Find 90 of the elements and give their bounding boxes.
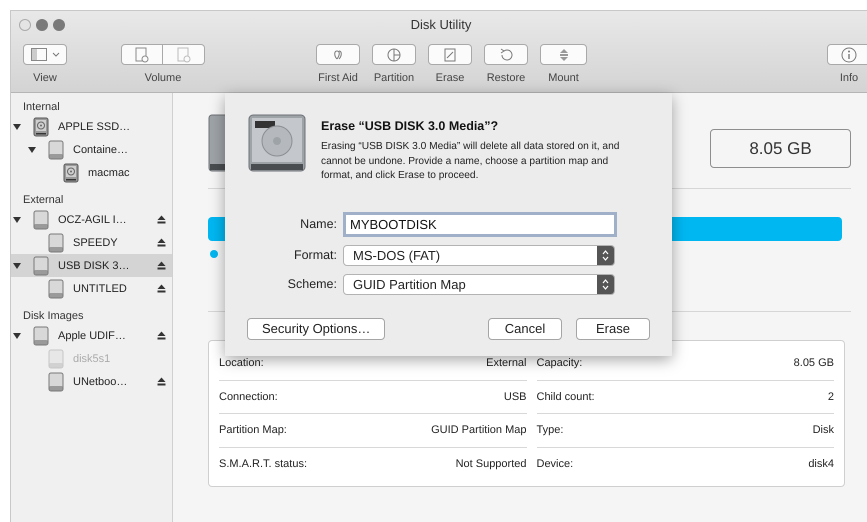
partition-button[interactable] <box>372 44 416 65</box>
toolbar-label: Erase <box>436 72 464 84</box>
toolbar-label: Info <box>840 72 858 84</box>
toolbar-label: First Aid <box>318 72 358 84</box>
toolbar-label: Restore <box>486 72 526 84</box>
hard-drive-icon <box>63 162 79 182</box>
expanded-triangle-icon[interactable] <box>13 262 21 270</box>
field-label: Scheme: <box>286 277 337 291</box>
eject-icon[interactable] <box>157 284 166 293</box>
zoom-button[interactable] <box>53 18 65 30</box>
detail-label: Type: <box>536 424 564 436</box>
toolbar-label: View <box>33 72 57 84</box>
detail-value: disk4 <box>808 458 834 470</box>
drive-icon <box>48 232 64 252</box>
name-field[interactable]: MYBOOTDISK <box>343 212 617 236</box>
detail-label: Child count: <box>536 390 595 403</box>
detail-label: Capacity: <box>536 357 582 370</box>
drive-icon <box>48 372 64 392</box>
sidebar-item[interactable]: macmac <box>11 161 172 184</box>
erase-button[interactable]: Erase <box>576 318 650 340</box>
detail-label: S.M.A.R.T. status: <box>219 458 308 470</box>
toolbar-label: Volume <box>144 72 182 84</box>
eject-icon[interactable] <box>157 215 166 224</box>
minimize-button[interactable] <box>36 18 48 30</box>
stepper-icon <box>602 250 609 260</box>
detail-label: Device: <box>536 458 574 470</box>
drive-icon <box>33 326 49 346</box>
sidebar-item[interactable]: UNetboo… <box>11 370 172 393</box>
info-button[interactable] <box>827 44 867 65</box>
section-header: External <box>22 193 64 208</box>
erase-button[interactable] <box>428 44 472 65</box>
detail-value: GUID Partition Map <box>431 424 526 436</box>
detail-label: Connection: <box>219 390 278 403</box>
popup-button[interactable]: MS-DOS (FAT) <box>343 244 615 266</box>
mount-button[interactable] <box>540 44 587 65</box>
drive-icon <box>48 278 64 298</box>
remove-volume-button[interactable] <box>163 44 205 65</box>
drive-icon <box>48 140 64 160</box>
restore-button[interactable] <box>484 44 528 65</box>
sidebar-icon <box>30 48 46 61</box>
view-button[interactable] <box>23 44 67 65</box>
detail-label: Partition Map: <box>219 424 287 436</box>
security-options-button[interactable]: Security Options… <box>247 318 386 340</box>
info-icon <box>839 44 859 64</box>
expanded-triangle-icon[interactable] <box>13 122 21 130</box>
add-volume-button[interactable] <box>121 44 163 65</box>
detail-value: Disk <box>812 424 834 436</box>
chevron-down-icon <box>52 52 60 57</box>
expanded-triangle-icon[interactable] <box>13 332 21 340</box>
expanded-triangle-icon[interactable] <box>28 146 36 154</box>
drive-icon <box>33 210 49 230</box>
dialog-title: Erase “USB DISK 3.0 Media”? <box>321 119 500 133</box>
window-title: Disk Utility <box>410 17 472 32</box>
eject-icon[interactable] <box>157 377 166 386</box>
eject-icon[interactable] <box>157 238 166 247</box>
detail-value: 8.05 GB <box>794 357 834 370</box>
sidebar-item[interactable]: APPLE SSD… <box>11 115 172 138</box>
drive-icon <box>48 348 64 368</box>
sidebar-item[interactable]: Apple UDIF… <box>11 324 172 347</box>
sidebar-item[interactable]: USB DISK 3… <box>11 254 172 277</box>
expanded-triangle-icon[interactable] <box>13 216 21 224</box>
drive-minus-icon <box>176 46 190 62</box>
sidebar-item[interactable]: Containe… <box>11 138 172 161</box>
sidebar-item[interactable]: OCZ-AGIL I… <box>11 208 172 231</box>
eject-icon[interactable] <box>157 331 166 340</box>
section-header: Internal <box>22 100 61 115</box>
detail-value: 2 <box>828 390 834 403</box>
sidebar-item[interactable]: UNTITLED <box>11 277 172 300</box>
sidebar-item[interactable]: SPEEDY <box>11 231 172 254</box>
drive-plus-icon <box>135 46 149 62</box>
section-header: Disk Images <box>22 309 85 324</box>
mount-icon <box>560 48 568 60</box>
toolbar-label: Partition <box>374 72 414 84</box>
cancel-button[interactable]: Cancel <box>488 318 562 340</box>
field-label: Name: <box>299 217 337 231</box>
detail-value: External <box>486 357 526 370</box>
dialog-message: Erasing “USB DISK 3.0 Media” will delete all data stored on it, and cannot be undone. Provide a name, choose a partition map and format, and click Erase to proceed. <box>321 140 620 183</box>
stepper-icon <box>602 278 609 290</box>
toolbar-label: Mount <box>548 72 579 84</box>
detail-value: USB <box>504 390 526 403</box>
detail-value: Not Supported <box>456 458 526 470</box>
legend-dot <box>210 250 218 258</box>
field-label: Format: <box>292 248 337 262</box>
first-aid-button[interactable] <box>316 44 360 65</box>
popup-button[interactable]: GUID Partition Map <box>343 274 615 294</box>
hard-drive-icon <box>33 116 49 136</box>
detail-label: Location: <box>219 357 264 370</box>
capacity-badge: 8.05 GB <box>710 129 851 168</box>
eject-icon[interactable] <box>157 261 166 270</box>
drive-icon <box>33 256 49 276</box>
